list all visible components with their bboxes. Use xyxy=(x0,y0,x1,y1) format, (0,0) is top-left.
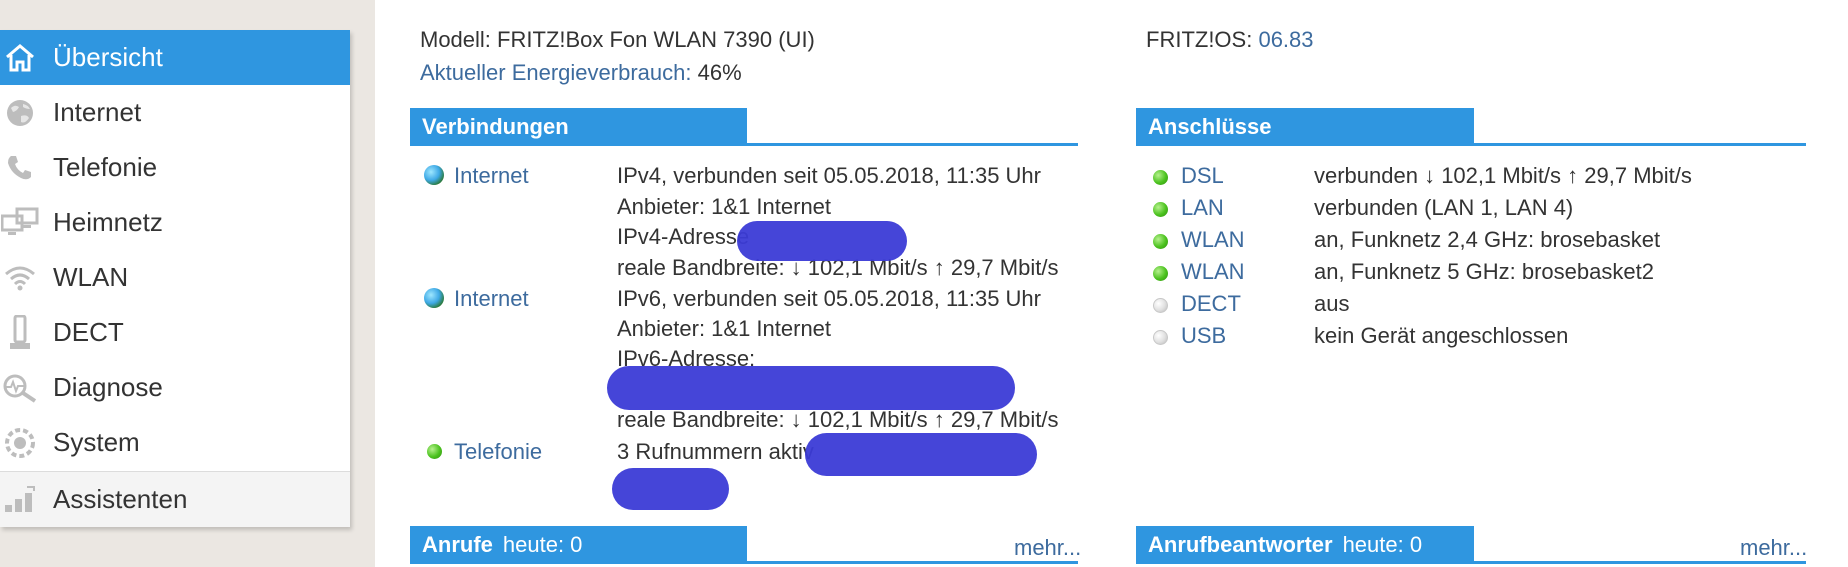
verbindungen-title: Verbindungen xyxy=(422,114,569,139)
anschluss-wlan-24-status: an, Funknetz 2,4 GHz: brosebasket xyxy=(1314,227,1661,252)
energy-value: 46% xyxy=(697,60,742,85)
sidebar-item-label: System xyxy=(53,427,140,457)
verbindung-internet-ipv4-link[interactable]: Internet xyxy=(454,163,529,189)
ipv4-status: IPv4, verbunden seit 05.05.2018, 11:35 U… xyxy=(617,163,1041,188)
assistant-icon xyxy=(0,482,40,518)
redaction-scribble xyxy=(737,221,907,261)
ipv6-bandwidth: reale Bandbreite: ↓ 102,1 Mbit/s ↑ 29,7 … xyxy=(617,407,1059,432)
sidebar-item-assistenten[interactable]: Assistenten xyxy=(0,471,350,527)
globe-icon xyxy=(424,288,444,308)
energy-link[interactable]: Aktueller Energieverbrauch: xyxy=(420,60,691,85)
anschluss-dsl-link[interactable]: DSL xyxy=(1181,163,1224,189)
anschluesse-title: Anschlüsse xyxy=(1148,114,1272,139)
system-icon xyxy=(0,425,40,461)
sidebar-item-uebersicht[interactable]: Übersicht xyxy=(0,30,350,85)
sidebar-item-label: Übersicht xyxy=(53,42,163,72)
anschluss-dect-link[interactable]: DECT xyxy=(1181,291,1241,317)
redaction-scribble xyxy=(805,433,1037,476)
anschluss-wlan-5-link[interactable]: WLAN xyxy=(1181,259,1245,285)
os-version-link[interactable]: 06.83 xyxy=(1258,27,1313,52)
anschluss-dect-status: aus xyxy=(1314,291,1350,316)
anschluss-wlan-24-link[interactable]: WLAN xyxy=(1181,227,1245,253)
anschluss-usb-status: kein Gerät angeschlossen xyxy=(1314,323,1569,348)
model-label: Modell: FRITZ!Box Fon WLAN 7390 (UI) xyxy=(420,27,815,52)
redaction-scribble xyxy=(607,366,1015,410)
status-led-green xyxy=(1153,234,1168,249)
sidebar-item-telefonie[interactable]: Telefonie xyxy=(0,140,350,195)
home-icon xyxy=(0,40,40,76)
anrufe-header[interactable]: Anrufe heute: 0 xyxy=(410,526,747,564)
anrufbeantworter-title: Anrufbeantworter xyxy=(1148,532,1333,557)
ipv4-provider: Anbieter: 1&1 Internet xyxy=(617,194,832,219)
ipv4-address-label: IPv4-Adresse xyxy=(617,224,750,249)
anrufe-count: heute: 0 xyxy=(502,532,583,557)
verbindungen-underline xyxy=(410,143,1078,146)
sidebar-item-label: Assistenten xyxy=(53,484,188,514)
sidebar-item-heimnetz[interactable]: Heimnetz xyxy=(0,195,350,250)
status-led-green xyxy=(427,444,442,459)
verbindung-internet-ipv6-link[interactable]: Internet xyxy=(454,286,529,312)
diagnose-icon xyxy=(0,370,40,406)
sidebar-item-label: WLAN xyxy=(53,262,129,292)
phone-icon xyxy=(0,150,40,186)
status-led-green xyxy=(1153,202,1168,217)
sidebar-item-dect[interactable]: DECT xyxy=(0,305,350,360)
sidebar-item-system[interactable]: System xyxy=(0,415,350,470)
energy-info: Aktueller Energieverbrauch: 46% xyxy=(420,60,742,86)
sidebar-item-internet[interactable]: Internet xyxy=(0,85,350,140)
sidebar-item-label: DECT xyxy=(53,317,124,347)
globe-icon xyxy=(0,95,40,131)
anschluesse-header[interactable]: Anschlüsse xyxy=(1136,108,1474,146)
anschluss-lan-status: verbunden (LAN 1, LAN 4) xyxy=(1314,195,1574,220)
status-led-gray xyxy=(1153,330,1168,345)
anrufe-more-link[interactable]: mehr... xyxy=(1014,535,1081,561)
anschluesse-underline xyxy=(1136,143,1806,146)
sidebar-item-diagnose[interactable]: Diagnose xyxy=(0,360,350,415)
verbindungen-header[interactable]: Verbindungen xyxy=(410,108,747,146)
sidebar-item-label: Diagnose xyxy=(53,372,163,402)
anrufe-underline xyxy=(410,561,1078,564)
verbindung-telefonie-link[interactable]: Telefonie xyxy=(454,439,542,465)
anschluss-lan-link[interactable]: LAN xyxy=(1181,195,1224,221)
ipv6-provider: Anbieter: 1&1 Internet xyxy=(617,316,832,341)
sidebar-item-label: Heimnetz xyxy=(53,207,163,237)
status-led-green xyxy=(1153,266,1168,281)
telefonie-numbers: 3 Rufnummern aktiv xyxy=(617,439,814,464)
anschluss-wlan-5-status: an, Funknetz 5 GHz: brosebasket2 xyxy=(1314,259,1654,284)
anrufbeantworter-count: heute: 0 xyxy=(1342,532,1423,557)
anschluss-usb-link[interactable]: USB xyxy=(1181,323,1226,349)
status-led-green xyxy=(1153,170,1168,185)
anrufbeantworter-header[interactable]: Anrufbeantworter heute: 0 xyxy=(1136,526,1474,564)
sidebar: Übersicht Internet Telefonie Heimnetz WL… xyxy=(0,30,350,527)
sidebar-item-label: Telefonie xyxy=(53,152,158,182)
globe-icon xyxy=(424,165,444,185)
anrufbeantworter-underline xyxy=(1136,561,1806,564)
os-info: FRITZ!OS: 06.83 xyxy=(1146,27,1314,53)
ipv6-status: IPv6, verbunden seit 05.05.2018, 11:35 U… xyxy=(617,286,1041,311)
anschluss-dsl-status: verbunden ↓ 102,1 Mbit/s ↑ 29,7 Mbit/s xyxy=(1314,163,1692,188)
status-led-gray xyxy=(1153,298,1168,313)
anrufe-title: Anrufe xyxy=(422,532,493,557)
wifi-icon xyxy=(0,260,40,296)
network-icon xyxy=(0,205,40,241)
anrufbeantworter-more-link[interactable]: mehr... xyxy=(1740,535,1807,561)
redaction-scribble xyxy=(612,468,729,510)
dect-phone-icon xyxy=(0,315,40,351)
os-label: FRITZ!OS: xyxy=(1146,27,1253,52)
sidebar-item-label: Internet xyxy=(53,97,142,127)
sidebar-item-wlan[interactable]: WLAN xyxy=(0,250,350,305)
